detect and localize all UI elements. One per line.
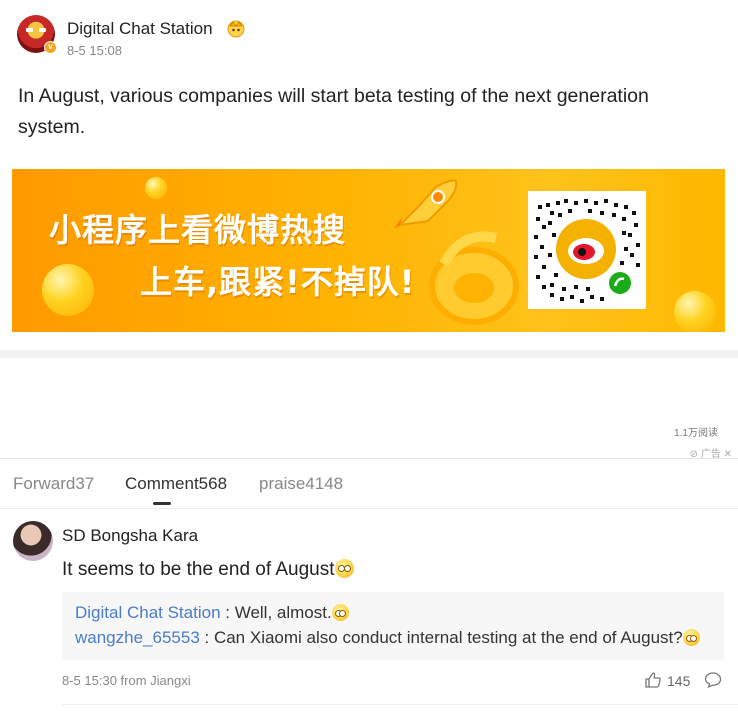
active-tab-indicator xyxy=(153,502,171,505)
tab-forward[interactable]: Forward37 xyxy=(13,474,94,494)
comment-meta: 8-5 15:30 from Jiangxi xyxy=(62,673,191,688)
reply-text: Can Xiaomi also conduct internal testing… xyxy=(213,628,683,647)
post-header: v Digital Chat Station 8-5 15:08 xyxy=(17,15,717,59)
banner-ad[interactable]: 小程序上看微博热搜 上车,跟紧!不掉队! xyxy=(12,169,725,332)
banner-subline: 上车,跟紧!不掉队! xyxy=(140,263,416,301)
section-divider xyxy=(0,350,738,358)
emoji-icon xyxy=(682,629,700,646)
like-count: 145 xyxy=(667,673,691,689)
divider xyxy=(0,508,738,509)
reply-author-link[interactable]: Digital Chat Station xyxy=(75,603,221,622)
weibo-logo-decor xyxy=(429,231,519,325)
reply-item: Digital Chat Station : Well, almost. xyxy=(75,603,349,623)
banner-headline: 小程序上看微博热搜 xyxy=(49,211,347,249)
qr-code-icon[interactable] xyxy=(528,191,646,309)
decor-ball xyxy=(42,264,94,316)
interaction-tabs: Forward37 Comment568 praise4148 xyxy=(0,470,738,506)
comment-text-content: It seems to be the end of August xyxy=(62,559,335,580)
post-text: In August, various companies will start … xyxy=(18,85,649,138)
reply-thread[interactable]: Digital Chat Station : Well, almost. wan… xyxy=(62,592,724,660)
tab-comment[interactable]: Comment568 xyxy=(125,474,227,494)
reply-separator: : xyxy=(220,603,235,622)
post-author-name[interactable]: Digital Chat Station xyxy=(67,19,213,39)
reply-author-link[interactable]: wangzhe_65553 xyxy=(75,628,200,647)
divider xyxy=(0,458,738,459)
decor-ball xyxy=(674,291,716,332)
tab-praise[interactable]: praise4148 xyxy=(259,474,343,494)
read-count: 1.1万阅读 xyxy=(674,428,718,439)
post-time: 8-5 15:08 xyxy=(67,43,122,58)
divider xyxy=(62,704,738,705)
decor-ball xyxy=(145,177,167,199)
reply-item: wangzhe_65553 : Can Xiaomi also conduct … xyxy=(75,628,700,648)
like-icon[interactable] xyxy=(644,671,662,689)
commenter-avatar[interactable] xyxy=(13,521,53,561)
emoji-icon xyxy=(334,559,354,578)
comment-text: It seems to be the end of August xyxy=(62,559,354,581)
reply-separator: : xyxy=(199,628,214,647)
verified-icon: v xyxy=(44,41,57,54)
comment-author-name[interactable]: SD Bongsha Kara xyxy=(62,526,198,546)
emoji-icon xyxy=(331,604,349,621)
reply-text: Well, almost. xyxy=(234,603,332,622)
crown-icon xyxy=(227,20,245,38)
comment-icon[interactable] xyxy=(704,671,722,689)
